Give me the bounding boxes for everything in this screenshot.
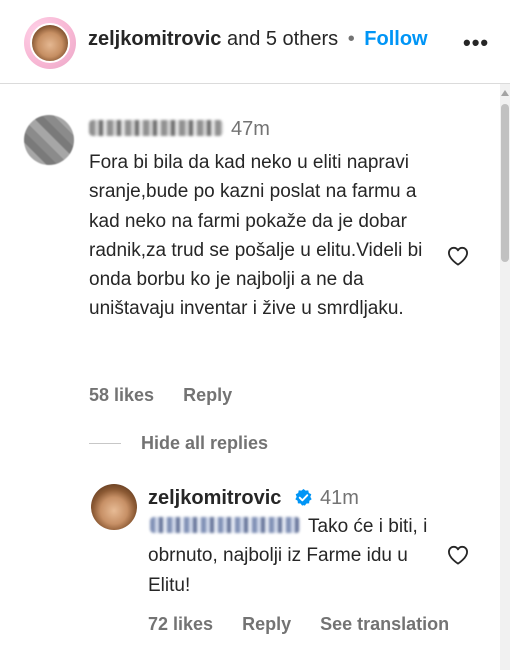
commenter-username-blurred[interactable] (89, 120, 223, 136)
scroll-up-arrow-icon[interactable] (501, 90, 509, 96)
post-header: zeljkomitrovic and 5 others • Follow ••• (0, 0, 510, 84)
reply-likes[interactable]: 72 likes (148, 614, 213, 634)
reply-reply-button[interactable]: Reply (242, 614, 291, 634)
header-others[interactable]: and 5 others (227, 28, 338, 50)
commenter-avatar-blurred[interactable] (24, 115, 74, 165)
comment-reply-button[interactable]: Reply (183, 385, 232, 405)
header-avatar[interactable] (24, 17, 76, 69)
comment-meta: 58 likes Reply (89, 385, 256, 406)
header-separator: • (347, 28, 355, 50)
comment-likes[interactable]: 58 likes (89, 385, 154, 405)
reply-text: Tako će i biti, i obrnuto, najbolji iz F… (148, 516, 428, 596)
avatar-photo (30, 23, 70, 63)
reply-time[interactable]: 41m (320, 487, 359, 510)
comment-time[interactable]: 47m (231, 118, 270, 141)
more-options-icon[interactable]: ••• (463, 30, 489, 56)
reply-avatar[interactable] (91, 484, 137, 530)
header-title: zeljkomitrovic and 5 others • Follow (88, 28, 428, 51)
reply-username[interactable]: zeljkomitrovic (148, 487, 281, 510)
reply-meta: 72 likes Reply See translation (148, 614, 473, 635)
replies-divider (89, 443, 121, 444)
follow-button[interactable]: Follow (364, 28, 427, 50)
comment-text: Fora bi bila da kad neko u eliti napravi… (89, 152, 423, 320)
hide-replies-button[interactable]: Hide all replies (141, 433, 268, 454)
header-username[interactable]: zeljkomitrovic (88, 28, 221, 50)
see-translation-button[interactable]: See translation (320, 614, 449, 634)
verified-badge-icon (294, 488, 313, 507)
scrollbar-thumb[interactable] (501, 104, 509, 262)
heart-outline-icon[interactable] (447, 246, 469, 266)
reply-text-container: Tako će i biti, i obrnuto, najbolji iz F… (148, 512, 448, 600)
heart-outline-icon[interactable] (447, 545, 469, 565)
